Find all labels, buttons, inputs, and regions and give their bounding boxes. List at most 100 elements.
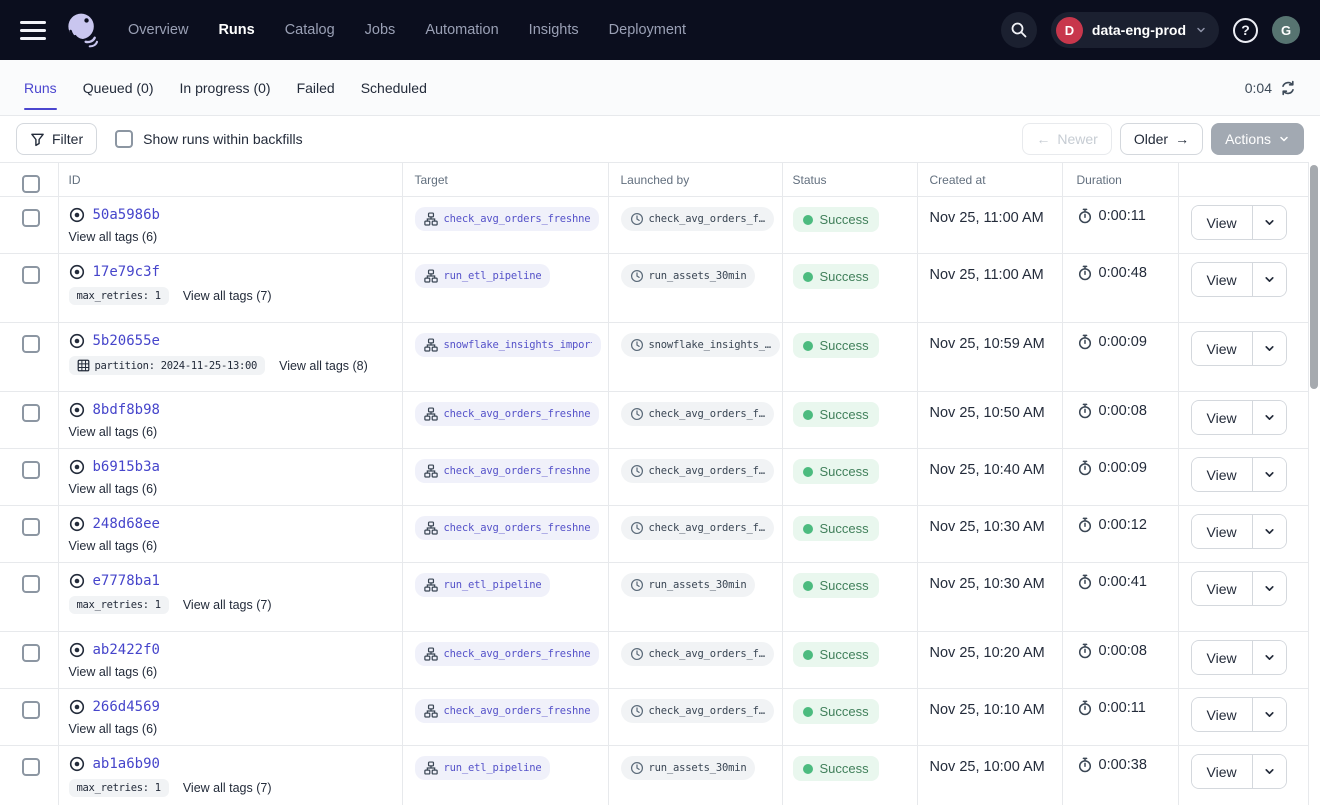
view-all-tags-link[interactable]: View all tags (8) [279,359,368,373]
nav-item-insights[interactable]: Insights [529,22,579,38]
launched-by-pill[interactable]: run_assets_30min [621,264,756,288]
view-dropdown-button[interactable] [1253,332,1286,365]
nav-item-runs[interactable]: Runs [218,22,254,38]
tab-queued[interactable]: Queued (0) [83,60,154,115]
filter-button[interactable]: Filter [16,123,97,155]
view-dropdown-button[interactable] [1253,206,1286,239]
row-checkbox[interactable] [22,335,40,353]
nav-item-automation[interactable]: Automation [425,22,498,38]
launched-by-pill[interactable]: check_avg_orders_f… [621,642,774,666]
tab-scheduled[interactable]: Scheduled [361,60,427,115]
view-split-button: View [1191,640,1287,675]
view-button[interactable]: View [1192,641,1252,674]
vertical-scrollbar[interactable] [1310,165,1318,389]
run-id-link[interactable]: 8bdf8b98 [93,402,160,418]
view-dropdown-button[interactable] [1253,698,1286,731]
target-pill[interactable]: snowflake_insights_import [415,333,601,357]
user-avatar[interactable]: G [1272,16,1300,44]
run-id-link[interactable]: 50a5986b [93,207,160,223]
newer-button[interactable]: ← Newer [1022,123,1111,155]
row-checkbox[interactable] [22,758,40,776]
view-all-tags-link[interactable]: View all tags (7) [183,598,272,612]
refresh-icon[interactable] [1280,80,1296,96]
view-button[interactable]: View [1192,206,1252,239]
view-dropdown-button[interactable] [1253,572,1286,605]
view-button[interactable]: View [1192,401,1252,434]
run-id-link[interactable]: e7778ba1 [93,573,160,589]
view-dropdown-button[interactable] [1253,641,1286,674]
target-pill[interactable]: check_avg_orders_freshne [415,516,600,540]
run-id-link[interactable]: 17e79c3f [93,264,160,280]
view-dropdown-button[interactable] [1253,263,1286,296]
view-dropdown-button[interactable] [1253,401,1286,434]
view-all-tags-link[interactable]: View all tags (6) [69,665,158,679]
view-all-tags-link[interactable]: View all tags (7) [183,781,272,795]
row-checkbox[interactable] [22,209,40,227]
view-button[interactable]: View [1192,458,1252,491]
launched-by-pill[interactable]: check_avg_orders_f… [621,459,774,483]
run-id-link[interactable]: 248d68ee [93,516,160,532]
help-button[interactable]: ? [1233,18,1258,43]
run-id-link[interactable]: b6915b3a [93,459,160,475]
run-id-link[interactable]: 5b20655e [93,333,160,349]
view-dropdown-button[interactable] [1253,755,1286,788]
dagster-logo-icon[interactable] [62,10,102,50]
view-button[interactable]: View [1192,698,1252,731]
run-id-link[interactable]: ab2422f0 [93,642,160,658]
target-pill[interactable]: check_avg_orders_freshne [415,402,600,426]
nav-item-overview[interactable]: Overview [128,22,188,38]
row-checkbox[interactable] [22,701,40,719]
tab-runs[interactable]: Runs [24,60,57,115]
nav-item-deployment[interactable]: Deployment [609,22,686,38]
row-checkbox[interactable] [22,518,40,536]
view-button[interactable]: View [1192,572,1252,605]
launched-by-pill[interactable]: run_assets_30min [621,573,756,597]
view-dropdown-button[interactable] [1253,458,1286,491]
tab-failed[interactable]: Failed [297,60,335,115]
target-label: check_avg_orders_freshne [444,705,591,717]
row-checkbox[interactable] [22,266,40,284]
view-all-tags-link[interactable]: View all tags (6) [69,722,158,736]
backfills-checkbox[interactable] [115,130,133,148]
nav-item-jobs[interactable]: Jobs [365,22,396,38]
target-pill[interactable]: run_etl_pipeline [415,573,551,597]
view-dropdown-button[interactable] [1253,515,1286,548]
view-all-tags-link[interactable]: View all tags (7) [183,289,272,303]
view-all-tags-link[interactable]: View all tags (6) [69,482,158,496]
stopwatch-icon [1077,403,1093,419]
view-all-tags-link[interactable]: View all tags (6) [69,230,158,244]
view-button[interactable]: View [1192,263,1252,296]
launched-by-pill[interactable]: check_avg_orders_f… [621,699,774,723]
hamburger-menu-icon[interactable] [20,21,46,40]
search-button[interactable] [1001,12,1037,48]
target-pill[interactable]: check_avg_orders_freshne [415,207,600,231]
nav-item-catalog[interactable]: Catalog [285,22,335,38]
row-checkbox[interactable] [22,461,40,479]
target-pill[interactable]: check_avg_orders_freshne [415,459,600,483]
deployment-switcher[interactable]: D data-eng-prod [1051,12,1219,48]
target-pill[interactable]: run_etl_pipeline [415,264,551,288]
run-id-link[interactable]: 266d4569 [93,699,160,715]
launched-by-pill[interactable]: snowflake_insights_… [621,333,780,357]
view-button[interactable]: View [1192,515,1252,548]
view-all-tags-link[interactable]: View all tags (6) [69,539,158,553]
launched-by-pill[interactable]: check_avg_orders_f… [621,402,774,426]
target-pill[interactable]: check_avg_orders_freshne [415,642,600,666]
table-row: 248d68ee View all tags (6) check_avg_order… [0,506,1308,563]
launched-by-pill[interactable]: check_avg_orders_f… [621,516,774,540]
launched-by-pill[interactable]: run_assets_30min [621,756,756,780]
run-id-link[interactable]: ab1a6b90 [93,756,160,772]
row-checkbox[interactable] [22,575,40,593]
view-button[interactable]: View [1192,332,1252,365]
actions-button[interactable]: Actions [1211,123,1304,155]
tab-in-progress[interactable]: In progress (0) [180,60,271,115]
select-all-checkbox[interactable] [22,175,40,193]
view-all-tags-link[interactable]: View all tags (6) [69,425,158,439]
launched-by-pill[interactable]: check_avg_orders_f… [621,207,774,231]
row-checkbox[interactable] [22,644,40,662]
target-pill[interactable]: run_etl_pipeline [415,756,551,780]
view-button[interactable]: View [1192,755,1252,788]
row-checkbox[interactable] [22,404,40,422]
older-button[interactable]: Older → [1120,123,1203,155]
target-pill[interactable]: check_avg_orders_freshne [415,699,600,723]
